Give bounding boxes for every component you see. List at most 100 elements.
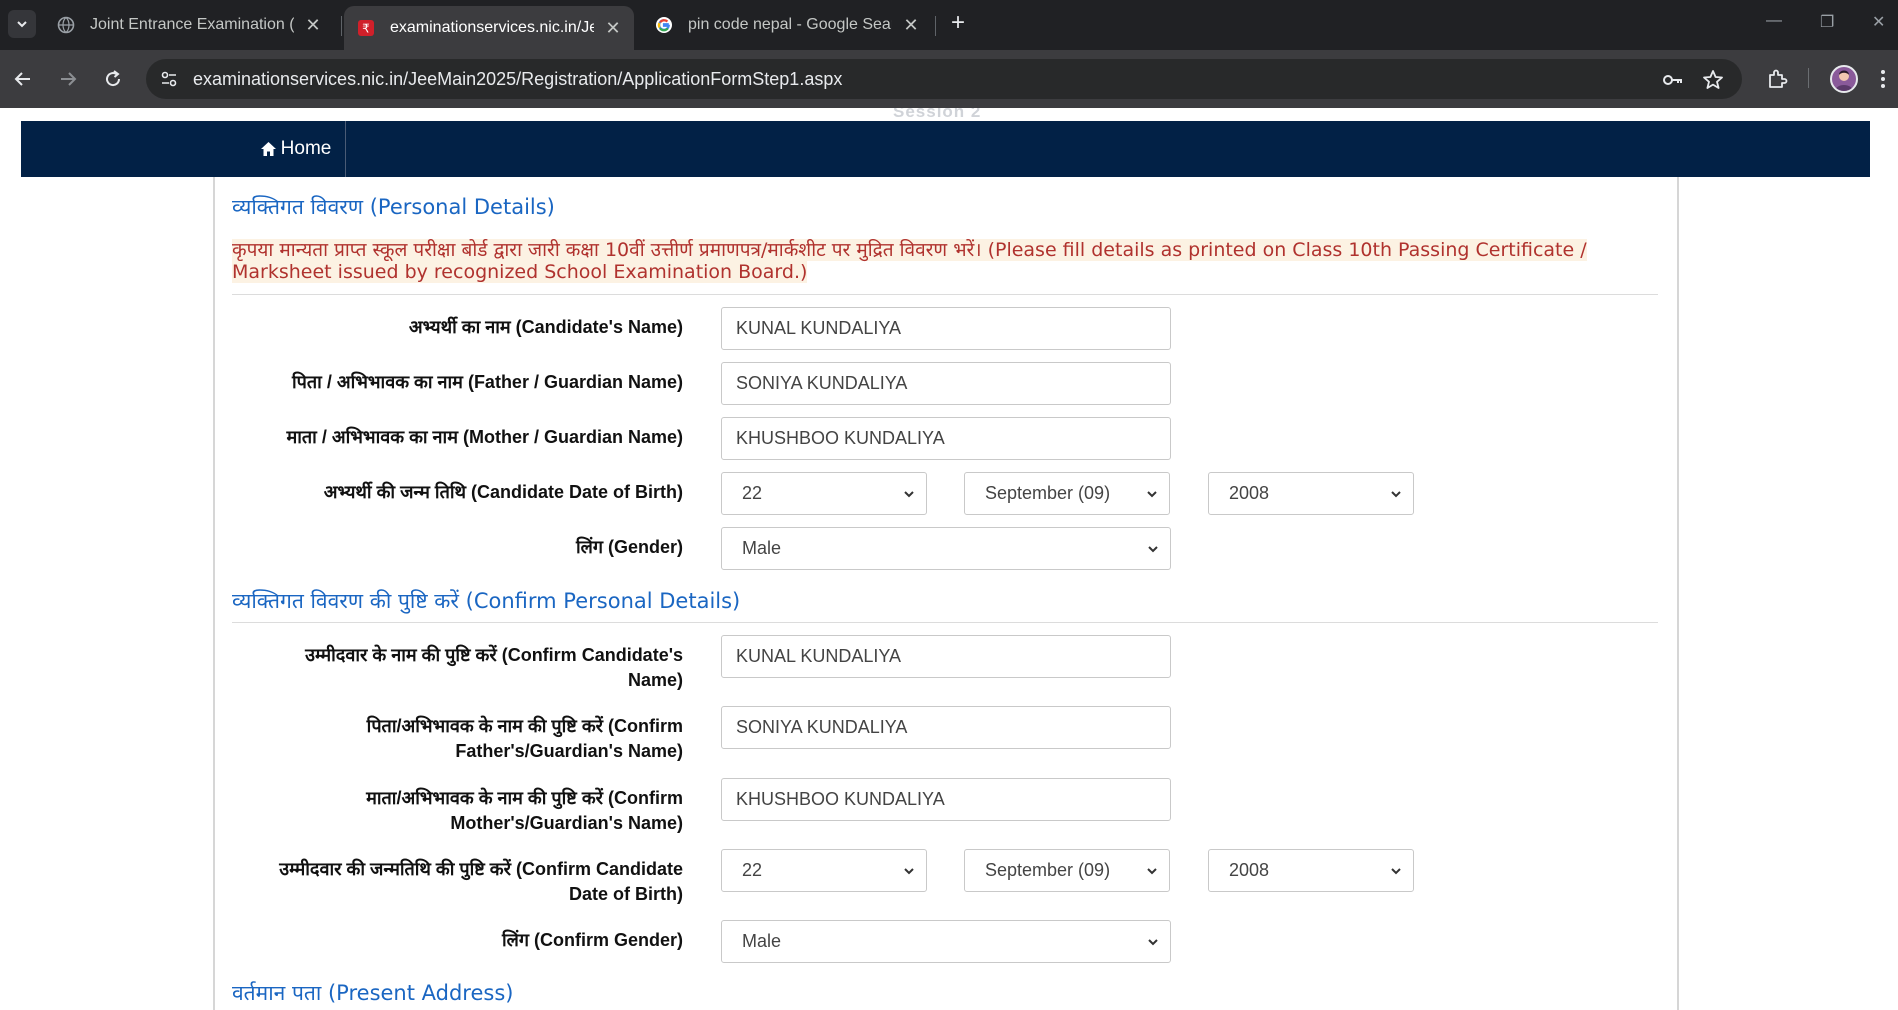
confirm-gender-label: लिंग (Confirm Gender): [501, 930, 683, 950]
forward-button[interactable]: [53, 64, 83, 94]
father-name-input[interactable]: SONIYA KUNDALIYA: [721, 362, 1171, 405]
page-viewport: Session 2 Home व्यक्तिगत विवरण (Personal…: [0, 108, 1898, 1010]
close-icon[interactable]: ✕: [902, 15, 920, 36]
confirm-father-name-input[interactable]: SONIYA KUNDALIYA: [721, 706, 1171, 749]
tab-separator: [935, 16, 936, 36]
star-icon[interactable]: [1700, 67, 1726, 93]
confirm-dob-label: उम्मीदवार की जन्मतिथि की पुष्टि करें (Co…: [213, 857, 683, 907]
chevron-down-icon: [1148, 546, 1158, 553]
tab-title: examinationservices.nic.in/JeeM: [390, 19, 594, 36]
confirm-candidate-name-label: उम्मीदवार के नाम की पुष्टि करें (Confirm…: [213, 643, 683, 693]
present-address-title: वर्तमान पता (Present Address): [232, 981, 514, 1005]
extensions-icon[interactable]: [1762, 64, 1792, 94]
password-key-icon[interactable]: [1660, 67, 1686, 93]
chevron-down-icon: [1391, 868, 1401, 875]
chevron-down-icon: [904, 868, 914, 875]
confirm-dob-month-select[interactable]: September (09): [964, 849, 1170, 892]
close-icon[interactable]: ✕: [304, 15, 322, 36]
candidate-name-label: अभ्यर्थी का नाम (Candidate's Name): [408, 317, 683, 337]
tab-google-search[interactable]: pin code nepal - Google Search ✕: [642, 6, 932, 44]
dob-year-select[interactable]: 2008: [1208, 472, 1414, 515]
back-button[interactable]: [8, 64, 38, 94]
plus-icon: +: [950, 9, 965, 36]
confirm-mother-name-input[interactable]: KHUSHBOO KUNDALIYA: [721, 778, 1171, 821]
dob-day-select[interactable]: 22: [721, 472, 927, 515]
notice-hindi: कृपया मान्यता प्राप्त स्कूल परीक्षा बोर्…: [232, 239, 982, 261]
browser-toolbar: examinationservices.nic.in/JeeMain2025/R…: [0, 50, 1898, 108]
svg-text:₹: ₹: [362, 22, 370, 36]
confirm-dob-day-value: 22: [742, 860, 763, 880]
globe-icon: [56, 15, 76, 35]
personal-details-title: व्यक्तिगत विवरण (Personal Details): [232, 195, 555, 219]
label-line: उम्मीदवार के नाम की पुष्टि करें (Confirm…: [305, 645, 683, 665]
toolbar-separator: [1808, 68, 1809, 88]
more-icon[interactable]: [1873, 64, 1893, 94]
home-label: Home: [280, 138, 332, 159]
home-icon: [260, 142, 276, 156]
class10-notice: कृपया मान्यता प्राप्त स्कूल परीक्षा बोर्…: [232, 239, 1658, 283]
url-text[interactable]: examinationservices.nic.in/JeeMain2025/R…: [193, 69, 842, 90]
confirm-dob-day-select[interactable]: 22: [721, 849, 927, 892]
label-line: Date of Birth): [569, 884, 683, 904]
label-line: पिता/अभिभावक के नाम की पुष्टि करें (Conf…: [366, 716, 683, 736]
dob-month-value: September (09): [985, 483, 1111, 503]
chevron-down-icon: [904, 491, 914, 498]
divider: [232, 622, 1658, 623]
confirm-dob-year-value: 2008: [1229, 860, 1270, 880]
chevron-down-icon: [17, 21, 27, 28]
dob-day-value: 22: [742, 483, 763, 503]
dob-month-select[interactable]: September (09): [964, 472, 1170, 515]
confirm-gender-select[interactable]: Male: [721, 920, 1171, 963]
tab-examination-services[interactable]: ₹ examinationservices.nic.in/JeeM ✕: [344, 6, 634, 50]
tab-title: pin code nepal - Google Search: [688, 16, 892, 33]
label-line: माता/अभिभावक के नाम की पुष्टि करें (Conf…: [366, 788, 683, 808]
profile-avatar[interactable]: [1830, 65, 1858, 93]
tab-separator: [341, 16, 342, 36]
navbar-cut-off-text: Session 2: [893, 108, 982, 121]
address-bar[interactable]: examinationservices.nic.in/JeeMain2025/R…: [146, 59, 1742, 99]
chevron-down-icon: [1148, 939, 1158, 946]
chevron-down-icon: [1147, 868, 1157, 875]
browser-tab-strip: Joint Entrance Examination (Ma ✕ ₹ exami…: [0, 0, 1898, 50]
tab-list-button[interactable]: [8, 10, 36, 38]
dob-label: अभ्यर्थी की जन्म तिथि (Candidate Date of…: [323, 482, 683, 502]
tab-title: Joint Entrance Examination (Ma: [90, 16, 294, 33]
father-name-label: पिता / अभिभावक का नाम (Father / Guardian…: [292, 372, 683, 392]
new-tab-button[interactable]: +: [945, 11, 971, 37]
mother-name-input[interactable]: KHUSHBOO KUNDALIYA: [721, 417, 1171, 460]
gender-value: Male: [742, 538, 782, 558]
mother-name-label: माता / अभिभावक का नाम (Mother / Guardian…: [286, 427, 684, 447]
restore-icon[interactable]: ❐: [1820, 12, 1834, 32]
google-favicon: [654, 15, 674, 35]
back-icon: [14, 72, 30, 86]
site-navbar: Home: [21, 121, 1870, 177]
confirm-mother-name-label: माता/अभिभावक के नाम की पुष्टि करें (Conf…: [213, 786, 683, 836]
confirm-father-name-label: पिता/अभिभावक के नाम की पुष्टि करें (Conf…: [213, 714, 683, 764]
candidate-name-input[interactable]: KUNAL KUNDALIYA: [721, 307, 1171, 350]
home-link[interactable]: Home: [246, 121, 346, 177]
confirm-candidate-name-input[interactable]: KUNAL KUNDALIYA: [721, 635, 1171, 678]
close-window-icon[interactable]: ✕: [1872, 12, 1885, 32]
site-info-icon[interactable]: [156, 66, 182, 92]
tab-jee-main[interactable]: Joint Entrance Examination (Ma ✕: [44, 6, 334, 44]
label-line: Mother's/Guardian's Name): [450, 813, 683, 833]
confirm-dob-month-value: September (09): [985, 860, 1111, 880]
reload-icon: [106, 70, 121, 87]
gender-label: लिंग (Gender): [575, 537, 683, 557]
reload-button[interactable]: [98, 64, 128, 94]
dob-year-value: 2008: [1229, 483, 1270, 503]
close-icon[interactable]: ✕: [604, 18, 622, 39]
minimize-icon[interactable]: —: [1766, 12, 1782, 30]
confirm-details-title: व्यक्तिगत विवरण की पुष्टि करें (Confirm …: [232, 589, 741, 613]
chevron-down-icon: [1147, 491, 1157, 498]
label-line: Name): [627, 670, 683, 690]
confirm-gender-value: Male: [742, 931, 782, 951]
nic-favicon: ₹: [356, 18, 376, 38]
forward-icon: [61, 72, 77, 86]
label-line: उम्मीदवार की जन्मतिथि की पुष्टि करें (Co…: [279, 859, 683, 879]
gender-select[interactable]: Male: [721, 527, 1171, 570]
label-line: Father's/Guardian's Name): [455, 741, 683, 761]
chevron-down-icon: [1391, 491, 1401, 498]
divider: [232, 294, 1658, 295]
confirm-dob-year-select[interactable]: 2008: [1208, 849, 1414, 892]
